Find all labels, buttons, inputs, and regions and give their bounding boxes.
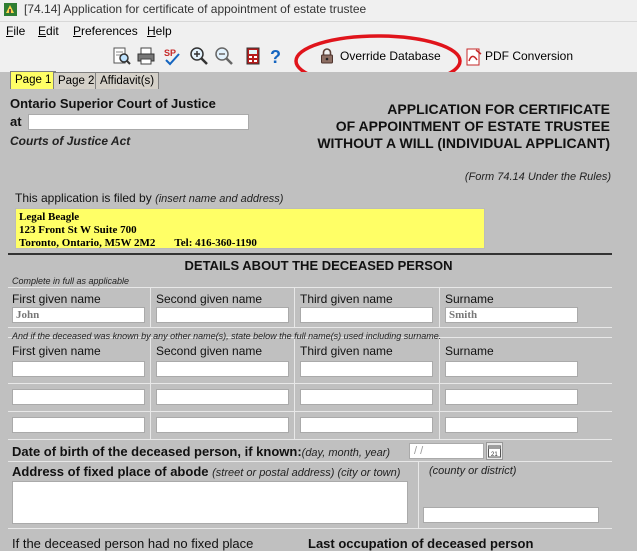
pdf-conversion-button[interactable]: PDF Conversion	[465, 47, 575, 67]
tab-page-1[interactable]: Page 1	[10, 71, 57, 89]
alias-2-third-input[interactable]	[300, 389, 433, 405]
county-input[interactable]	[423, 507, 599, 523]
grid-line	[8, 528, 612, 529]
date-of-birth-input[interactable]: / /	[409, 443, 484, 459]
calendar-icon: 21	[488, 445, 501, 458]
printer-icon[interactable]	[136, 46, 156, 66]
address-hint: (street or postal address) (city or town…	[212, 467, 401, 479]
third-name-label: Third given name	[300, 292, 393, 306]
spellcheck-icon[interactable]: SP	[163, 46, 183, 66]
grid-line	[8, 439, 612, 440]
filer-line-1: Legal Beagle	[19, 211, 80, 223]
tab-affidavits[interactable]: Affidavit(s)	[95, 72, 160, 89]
title-line-3: WITHOUT A WILL (INDIVIDUAL APPLICANT)	[317, 135, 610, 151]
menu-preferences[interactable]: Preferences	[73, 24, 138, 38]
alias-2-first-input[interactable]	[12, 389, 145, 405]
alias-1-second-input[interactable]	[156, 361, 289, 377]
tab-page-2[interactable]: Page 2	[53, 72, 100, 89]
section-divider	[8, 253, 612, 255]
menu-file[interactable]: File	[6, 24, 25, 38]
svg-text:SP: SP	[164, 48, 176, 58]
at-label: at	[10, 114, 22, 129]
alias-3-first-input[interactable]	[12, 417, 145, 433]
grid-line	[8, 411, 612, 412]
filed-by-label: This application is filed by (insert nam…	[15, 191, 283, 205]
menu-help[interactable]: Help	[147, 24, 172, 38]
surname-label: Surname	[445, 292, 494, 306]
first-name-label: First given name	[12, 292, 101, 306]
form-reference: (Form 74.14 Under the Rules)	[464, 171, 611, 183]
dob-hint: (day, month, year)	[301, 447, 391, 459]
alias-surname-label: Surname	[445, 344, 494, 358]
zoom-out-icon[interactable]	[214, 46, 234, 66]
title-line-2: OF APPOINTMENT OF ESTATE TRUSTEE	[335, 118, 610, 134]
grid-line	[294, 287, 295, 327]
alias-1-first-input[interactable]	[12, 361, 145, 377]
grid-line	[150, 287, 151, 327]
alias-3-second-input[interactable]	[156, 417, 289, 433]
title-line-1: APPLICATION FOR CERTIFICATE	[387, 101, 610, 117]
zoom-in-icon[interactable]	[189, 46, 209, 66]
grid-line	[418, 461, 419, 528]
address-label: Address of fixed place of abode (street …	[12, 464, 400, 479]
second-name-label: Second given name	[156, 292, 263, 306]
svg-text:?: ?	[270, 47, 281, 66]
complete-note: Complete in full as applicable	[12, 276, 130, 286]
court-location-input[interactable]	[28, 114, 249, 130]
calendar-button[interactable]: 21	[486, 442, 503, 460]
section-title: DETAILS ABOUT THE DECEASED PERSON	[184, 258, 453, 273]
grid-line	[8, 461, 612, 462]
grid-line	[8, 287, 612, 288]
title-bar: [74.14] Application for certificate of a…	[0, 0, 637, 22]
no-fixed-place-label: If the deceased person had no fixed plac…	[12, 536, 254, 551]
page-tabs: Page 1 Page 2 Affidavit(s)	[0, 71, 637, 90]
address-text: Address of fixed place of abode	[12, 464, 209, 479]
application-title: APPLICATION FOR CERTIFICATE OF APPOINTME…	[317, 101, 610, 152]
first-name-input[interactable]: John	[12, 307, 145, 323]
alias-3-third-input[interactable]	[300, 417, 433, 433]
other-names-note: And if the deceased was known by any oth…	[12, 331, 442, 341]
last-occupation-label: Last occupation of deceased person	[308, 536, 534, 551]
filer-line-3: Toronto, Ontario, M5W 2M2 Tel: 416-360-1…	[19, 237, 257, 249]
grid-line	[150, 337, 151, 439]
filed-by-text: This application is filed by	[15, 191, 152, 205]
alias-1-third-input[interactable]	[300, 361, 433, 377]
calculator-icon[interactable]	[243, 46, 263, 66]
svg-text:21: 21	[491, 452, 498, 458]
alias-3-surname-input[interactable]	[445, 417, 578, 433]
form-page: Ontario Superior Court of Justice at Cou…	[0, 90, 637, 551]
pdf-icon	[466, 48, 482, 66]
alias-2-second-input[interactable]	[156, 389, 289, 405]
window-title: [74.14] Application for certificate of a…	[24, 2, 367, 16]
alias-2-surname-input[interactable]	[445, 389, 578, 405]
alias-third-name-label: Third given name	[300, 344, 393, 358]
dob-text: Date of birth of the deceased person, if…	[12, 444, 302, 459]
document-search-icon[interactable]	[111, 46, 131, 66]
alias-1-surname-input[interactable]	[445, 361, 578, 377]
address-input[interactable]	[12, 481, 408, 524]
second-name-input[interactable]	[156, 307, 289, 323]
filer-address-field[interactable]: Legal Beagle 123 Front St W Suite 700 To…	[15, 208, 485, 249]
help-icon[interactable]: ?	[266, 46, 286, 66]
third-name-input[interactable]	[300, 307, 433, 323]
filed-by-hint: (insert name and address)	[155, 193, 284, 205]
grid-line	[8, 383, 612, 384]
filer-line-2: 123 Front St W Suite 700	[19, 224, 137, 236]
court-name: Ontario Superior Court of Justice	[10, 96, 216, 111]
alias-second-name-label: Second given name	[156, 344, 263, 358]
surname-input[interactable]: Smith	[445, 307, 578, 323]
pdf-conversion-label: PDF Conversion	[485, 49, 574, 63]
grid-line	[439, 337, 440, 439]
menu-edit[interactable]: Edit	[38, 24, 59, 38]
date-of-birth-label: Date of birth of the deceased person, if…	[12, 444, 390, 459]
act-name: Courts of Justice Act	[10, 134, 131, 148]
alias-first-name-label: First given name	[12, 344, 101, 358]
grid-line	[8, 327, 612, 328]
grid-line	[294, 337, 295, 439]
app-icon	[4, 3, 17, 16]
county-label: (county or district)	[429, 465, 517, 477]
grid-line	[439, 287, 440, 327]
